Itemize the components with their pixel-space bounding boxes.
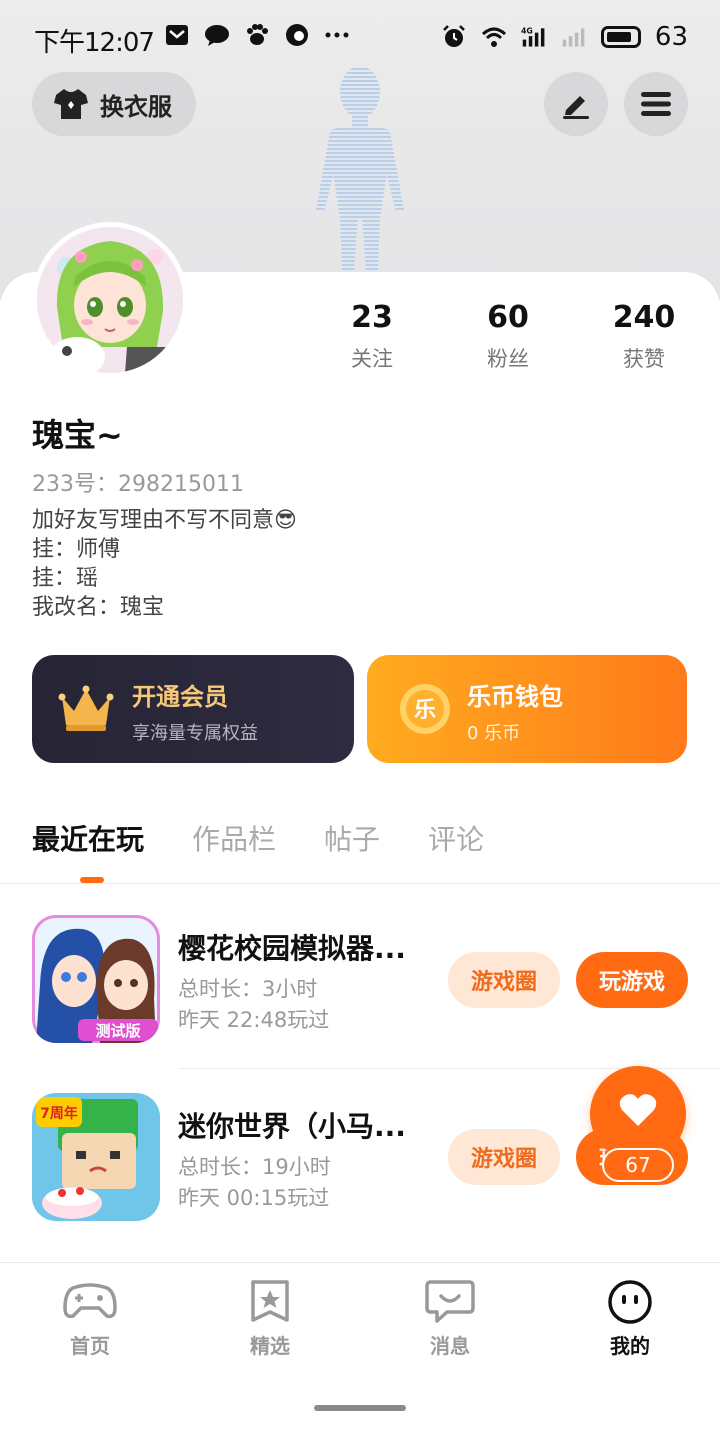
game-list-item[interactable]: 测试版 樱花校园模拟器... 总时长：3小时 昨天 22:48玩过 游戏圈 玩游… [0,915,720,1065]
bio-line: 挂：瑶 [32,566,99,591]
bottom-nav-divider [0,1262,720,1263]
game-last-played: 昨天 22:48玩过 [178,1008,330,1032]
likes-stat[interactable]: 240 获赞 [576,300,712,373]
vip-subtitle: 享海量专属权益 [132,723,258,744]
svg-text:乐: 乐 [414,698,436,723]
bio-line: 挂：师傅 [32,537,121,562]
nav-label-featured: 精选 [250,1334,290,1358]
following-count: 23 [351,300,393,335]
crown-icon [58,685,114,731]
game-title: 樱花校园模拟器... [178,932,406,965]
wifi-icon [481,27,506,47]
followers-count: 60 [487,300,529,335]
game-play-duration: 总时长：19小时 [178,1155,331,1179]
followers-stat[interactable]: 60 粉丝 [440,300,576,373]
content-tabs: 最近在玩 作品栏 帖子 评论 [32,818,532,858]
change-outfit-button[interactable]: 换衣服 [32,72,196,136]
followers-label: 粉丝 [487,347,529,371]
likes-count: 240 [612,300,676,335]
system-status-icons: 4G 63 [441,22,688,52]
nav-item-home[interactable]: 首页 [0,1278,180,1368]
tshirt-icon [54,89,88,119]
chat-notification-icon [205,25,229,46]
nav-label-messages: 消息 [430,1334,470,1358]
chat-bubble-icon [425,1280,475,1323]
pencil-icon [563,96,589,119]
status-time: 下午12:07 [34,28,155,58]
game-art: 7周年 [32,1093,160,1221]
coin-icon: 乐 [400,684,450,734]
likes-label: 获赞 [623,347,665,371]
game-title: 迷你世界（小马... [178,1110,406,1143]
avatar-image [37,227,183,373]
bio: 加好友写理由不写不同意😎 挂：师傅 挂：瑶 我改名：瑰宝 [32,506,297,622]
bottom-navigation: 首页 精选 消息 我的 [0,1278,720,1368]
paw-notification-icon [247,24,268,45]
status-bar: 下午12:07 4G 63 [0,18,720,58]
face-icon [608,1280,652,1324]
bio-line: 我改名：瑰宝 [32,595,165,620]
following-stat[interactable]: 23 关注 [304,300,440,373]
vip-title: 开通会员 [132,683,228,711]
following-label: 关注 [351,347,393,371]
star-bookmark-icon [251,1280,289,1322]
app-notification-icon [286,24,308,46]
notification-icons [164,22,350,48]
profile-stats: 23 关注 60 粉丝 240 获赞 [304,300,720,373]
vip-membership-card[interactable]: 开通会员 享海量专属权益 [32,655,354,763]
nav-item-messages[interactable]: 消息 [360,1278,540,1368]
play-game-button[interactable]: 玩游戏 [576,952,688,1008]
avatar[interactable] [32,222,188,378]
change-outfit-label: 换衣服 [100,92,172,121]
svg-text:7周年: 7周年 [40,1105,78,1122]
svg-text:测试版: 测试版 [95,1022,140,1040]
game-art: 测试版 [32,915,160,1043]
floating-like-count: 67 [602,1148,674,1182]
game-icon-mini-world[interactable]: 7周年 [32,1093,160,1221]
nav-item-mine[interactable]: 我的 [540,1278,720,1368]
bio-line: 加好友写理由不写不同意😎 [32,508,297,533]
nav-item-featured[interactable]: 精选 [180,1278,360,1368]
tab-posts[interactable]: 帖子 [324,818,380,858]
wallet-title: 乐币钱包 [467,683,563,711]
nav-label-mine: 我的 [610,1330,650,1363]
tab-comments[interactable]: 评论 [428,818,484,858]
coin-wallet-card[interactable]: 乐 乐币钱包 0 乐币 [367,655,687,763]
wallet-balance: 0 乐币 [467,723,521,744]
hamburger-icon [641,92,671,116]
svg-text:4G: 4G [521,27,533,36]
signal-empty-icon [562,28,585,47]
battery-icon [600,26,641,48]
tab-divider [0,883,720,884]
signal-4g-icon: 4G [521,27,545,47]
game-play-duration: 总时长：3小时 [178,977,318,1001]
game-circle-button[interactable]: 游戏圈 [448,952,560,1008]
heart-icon [619,1094,657,1126]
edit-profile-button[interactable] [544,72,608,136]
tab-recently-played[interactable]: 最近在玩 [32,818,144,858]
game-circle-button[interactable]: 游戏圈 [448,1129,560,1185]
username: 瑰宝~ [32,416,123,454]
battery-level: 63 [654,22,688,52]
menu-button[interactable] [624,72,688,136]
nav-label-mine-text: 我的 [610,1334,650,1358]
account-id[interactable]: 233号：298215011 [32,466,244,498]
gamepad-icon [63,1283,117,1319]
mail-notification-icon [166,25,188,45]
more-notifications-icon [325,32,349,38]
avatar-hologram-figure[interactable] [300,60,420,275]
game-last-played: 昨天 00:15玩过 [178,1186,330,1210]
game-icon-sakura[interactable]: 测试版 [32,915,160,1043]
tab-works[interactable]: 作品栏 [192,818,276,858]
nav-label-home: 首页 [70,1334,110,1358]
alarm-icon [443,25,465,47]
home-gesture-bar[interactable] [314,1405,406,1411]
